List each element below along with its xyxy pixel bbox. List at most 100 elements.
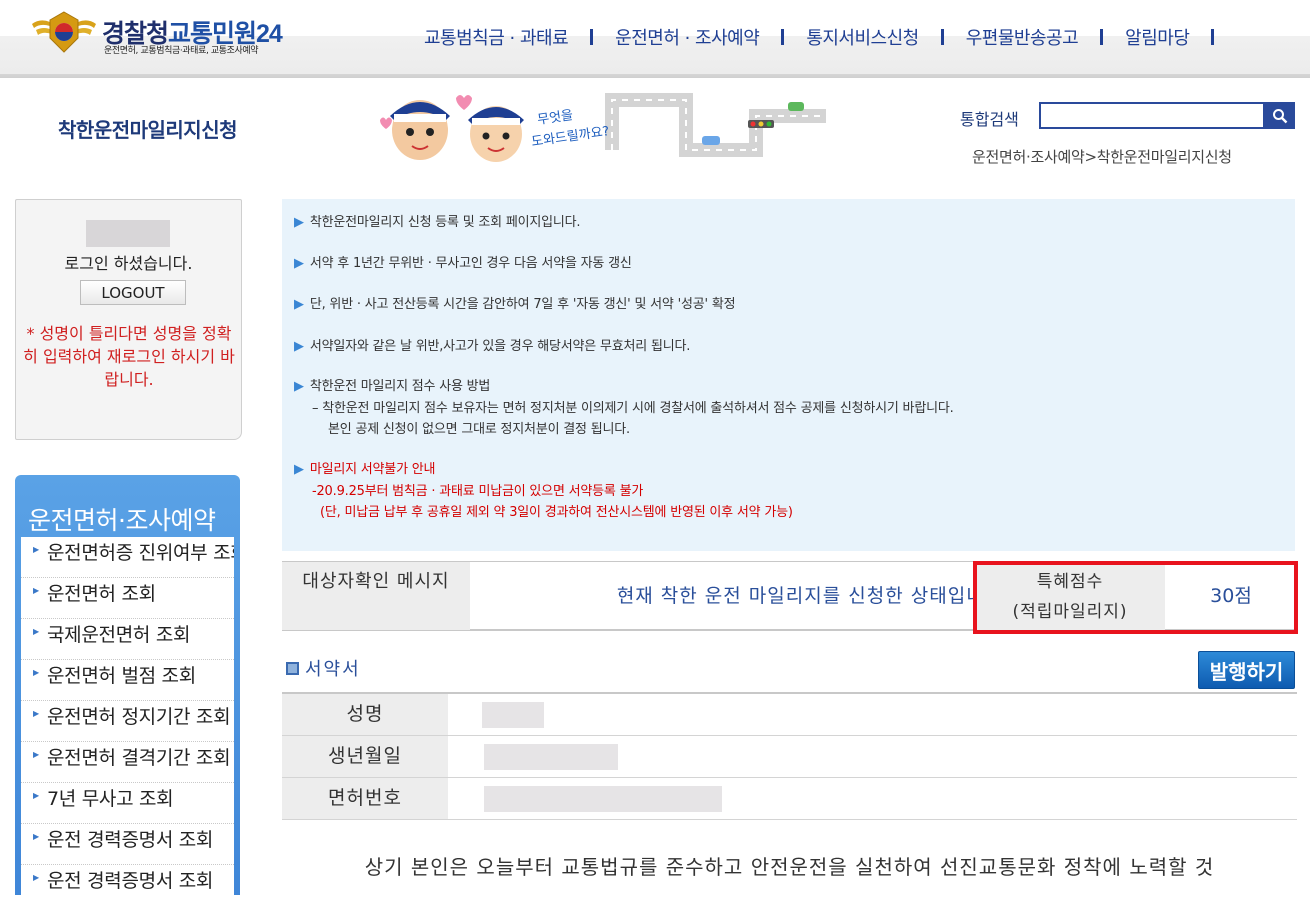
notice-line: ▶ 마일리지 서약불가 안내 [294,458,435,477]
notice-subline: -20.9.25부터 범칙금 · 과태료 미납금이 있으면 서약등록 불가 [312,484,644,499]
points-label: 특혜점수 (적립마일리지) [975,562,1165,630]
table-row: 생년월일 [282,736,1297,778]
search-icon [1272,108,1287,123]
notice-box: ▶ 착한운전마일리지 신청 등록 및 조회 페이지입니다. ▶ 서약 후 1년간 무… [282,199,1295,551]
field-name-label: 성명 [282,694,448,735]
arrow-icon: ▶ [33,873,40,882]
side-menu-item[interactable]: ▶ 운전면허 벌점 조회 [21,660,234,701]
triangle-icon: ▶ [294,215,304,230]
contract-heading: 서약서 [286,655,361,681]
triangle-icon: ▶ [294,379,304,394]
name-value-redacted [482,702,544,728]
top-header: 경찰청교통민원24 운전면허, 교통범칙금·과태료, 교통조사예약 교통범칙금 … [0,0,1310,78]
pledge-text: 상기 본인은 오늘부터 교통법규를 준수하고 안전운전을 실천하여 선진교통문화… [364,855,1215,879]
notice-text: 착한운전 마일리지 점수 사용 방법 [309,379,491,394]
status-label: 대상자확인 메시지 [282,562,470,630]
side-menu-item-label: 운전면허 결격기간 조회 [47,747,231,769]
notice-text: 서약 후 1년간 무위반 · 무사고인 경우 다음 서약을 자동 갱신 [309,256,632,271]
side-menu-item[interactable]: ▶ 운전 경력증명서 조회 [21,865,234,897]
side-menu-item-label: 7년 무사고 조회 [47,788,174,810]
login-message: 로그인 하셨습니다. [64,254,193,273]
side-menu-item[interactable]: ▶ 7년 무사고 조회 [21,783,234,824]
side-menu-item[interactable]: ▶ 운전면허 정지기간 조회 [21,701,234,742]
side-menu-item[interactable]: ▶ 운전 경력증명서 조회 [21,824,234,865]
status-row: 대상자확인 메시지 현재 착한 운전 마일리지를 신청한 상태입니다. 특혜점수… [282,561,1297,631]
police-emblem-icon [32,11,96,53]
arrow-icon: ▶ [33,791,40,800]
breadcrumb: 운전면허·조사예약>착한운전마일리지신청 [972,148,1232,166]
notice-text: 착한운전마일리지 신청 등록 및 조회 페이지입니다. [309,215,581,230]
side-menu-item[interactable]: ▶ 운전면허증 진위여부 조회 [21,537,234,578]
brand-tagline: 운전면허, 교통범칙금·과태료, 교통조사예약 [104,46,259,56]
arrow-icon: ▶ [33,832,40,841]
notice-line: ▶ 서약일자와 같은 날 위반,사고가 있을 경우 해당서약은 무효처리 됩니다. [294,335,690,354]
name-warning: * 성명이 틀리다면 성명을 정확히 입력하여 재로그인 하시기 바랍니다. [23,324,235,389]
table-row: 면허번호 [282,778,1297,820]
search-button[interactable] [1264,102,1295,129]
nav-separator [781,29,785,45]
notice-subline: – 착한운전 마일리지 점수 보유자는 면허 정지처분 이의제기 시에 경찰서에… [312,401,954,416]
triangle-icon: ▶ [294,462,304,477]
nav-notices[interactable]: 알림마당 [1125,24,1190,50]
nav-fines[interactable]: 교통범칙금 · 과태료 [424,24,569,50]
user-name-redacted [86,220,170,247]
side-menu-title: 운전면허·조사예약 [28,506,216,535]
triangle-icon: ▶ [294,297,304,312]
nav-separator [1211,29,1215,45]
side-menu-item-label: 운전면허 벌점 조회 [47,665,196,687]
arrow-icon: ▶ [33,586,40,595]
arrow-icon: ▶ [33,750,40,759]
arrow-icon: ▶ [33,545,40,554]
nav-license-reservation[interactable]: 운전면허 · 조사예약 [615,24,760,50]
contract-info-table: 성명 생년월일 면허번호 [282,692,1297,820]
points-label-line2: (적립마일리지) [1012,602,1128,622]
search-label: 통합검색 [960,110,1019,129]
contract-heading-text: 서약서 [305,659,361,680]
nav-separator [1100,29,1104,45]
side-menu-item-label: 운전면허증 진위여부 조회 [47,542,234,564]
points-value: 30점 [1210,585,1252,607]
illustration-text-2: 도와드릴까요? [530,124,610,150]
page-title: 착한운전마일리지신청 [58,118,238,142]
notice-text: 단, 위반 · 사고 전산등록 시간을 감안하여 7일 후 '자동 갱신' 및 … [309,297,736,312]
table-row: 성명 [282,694,1297,736]
search-input[interactable] [1039,102,1265,129]
points-label-line1: 특혜점수 [1036,572,1104,592]
notice-line: ▶ 착한운전 마일리지 점수 사용 방법 [294,375,490,394]
nav-returned-mail[interactable]: 우편물반송공고 [966,24,1079,50]
side-menu-item-label: 운전 경력증명서 조회 [47,829,214,851]
login-box: 로그인 하셨습니다. LOGOUT * 성명이 틀리다면 성명을 정확히 입력하… [15,199,242,440]
license-value-redacted [484,786,722,812]
nav-separator [940,29,944,45]
notice-line: ▶ 서약 후 1년간 무위반 · 무사고인 경우 다음 서약을 자동 갱신 [294,252,632,271]
triangle-icon: ▶ [294,256,304,271]
field-license-label: 면허번호 [282,778,448,819]
triangle-icon: ▶ [294,339,304,354]
side-menu-item[interactable]: ▶ 국제운전면허 조회 [21,619,234,660]
illustration-text-1: 무엇을 [536,108,574,128]
side-menu-item-label: 운전면허 조회 [47,583,156,605]
notice-line: ▶ 착한운전마일리지 신청 등록 및 조회 페이지입니다. [294,211,581,230]
side-menu-list: ▶ 운전면허증 진위여부 조회 ▶ 운전면허 조회 ▶ 국제운전면허 조회 ▶ 운전면허… [21,537,234,897]
arrow-icon: ▶ [33,627,40,636]
nav-separator [590,29,594,45]
mascot-illustration: 무엇을 도와드릴까요? [380,93,826,162]
logout-button[interactable]: LOGOUT [80,280,186,305]
notice-subline: (단, 미납금 납부 후 공휴일 제외 약 3일이 경과하여 전산시스템에 반영… [320,505,793,520]
side-menu-item[interactable]: ▶ 운전면허 조회 [21,578,234,619]
global-nav: 교통범칙금 · 과태료 운전면허 · 조사예약 통지서비스신청 우편물반송공고 … [424,22,1236,52]
side-menu-item[interactable]: ▶ 운전면허 결격기간 조회 [21,742,234,783]
side-menu-item-label: 운전면허 정지기간 조회 [47,706,231,728]
notice-subline: 본인 공제 신청이 없으면 그대로 정지처분이 결정 됩니다. [328,422,630,437]
notice-text: 서약일자와 같은 날 위반,사고가 있을 경우 해당서약은 무효처리 됩니다. [309,339,691,354]
notice-line: ▶ 단, 위반 · 사고 전산등록 시간을 감안하여 7일 후 '자동 갱신' 및… [294,293,736,312]
side-menu: 운전면허·조사예약 ▶ 운전면허증 진위여부 조회 ▶ 운전면허 조회 ▶ 국제운전면… [15,475,240,897]
nav-notification-service[interactable]: 통지서비스신청 [806,24,919,50]
issue-button[interactable]: 발행하기 [1198,651,1295,689]
notice-text: 마일리지 서약불가 안내 [309,462,436,477]
arrow-icon: ▶ [33,668,40,677]
square-bullet-icon [286,661,299,675]
side-menu-item-label: 국제운전면허 조회 [47,624,191,646]
site-logo[interactable]: 경찰청교통민원24 운전면허, 교통범칙금·과태료, 교통조사예약 [28,8,318,60]
field-birthdate-label: 생년월일 [282,736,448,777]
